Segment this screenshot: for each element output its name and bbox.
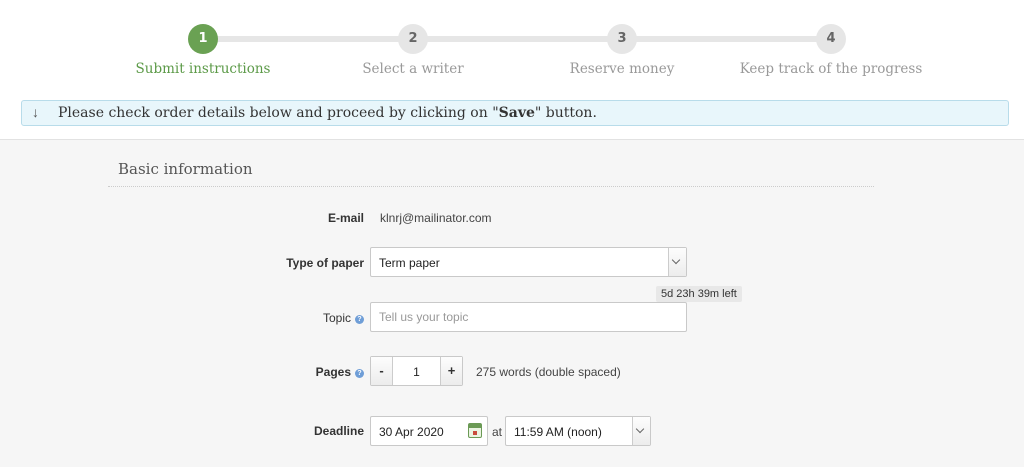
step-2-number: 2 [398,24,428,54]
step-1-label: Submit instructions [135,61,271,77]
time-left-badge: 5d 23h 39m left [656,286,742,302]
paper-type-select[interactable]: Term paper [370,247,687,277]
decrement-button[interactable]: - [371,357,393,385]
chevron-down-icon[interactable] [632,417,650,445]
deadline-date-value: 30 Apr 2020 [379,425,444,439]
word-count: 275 words (double spaced) [476,365,621,379]
step-3-label: Reserve money [569,61,675,77]
chevron-down-icon[interactable] [668,248,686,276]
email-value: klnrj@mailinator.com [380,211,492,225]
pages-label: Pages? [316,365,364,379]
topic-label: Topic? [323,311,364,325]
deadline-label: Deadline [313,424,364,438]
help-icon[interactable]: ? [355,369,364,378]
save-keyword: Save [498,105,535,121]
step-connector [413,36,626,42]
at-label: at [492,425,503,439]
increment-button[interactable]: + [440,357,462,385]
pages-stepper[interactable]: - 1 + [370,356,463,386]
order-form: Basic information E-mail klnrj@mailinato… [0,139,1024,467]
help-icon[interactable]: ? [355,315,364,324]
step-connector [623,36,832,42]
calendar-icon[interactable] [468,423,482,438]
section-divider [108,186,874,187]
pages-value[interactable]: 1 [393,365,440,379]
paper-type-label: Type of paper [286,256,364,270]
deadline-time-select[interactable]: 11:59 AM (noon) [505,416,651,446]
step-3-number: 3 [607,24,637,54]
topic-input[interactable] [370,302,687,332]
step-2-label: Select a writer [362,61,464,77]
step-4-label: Keep track of the progress [739,61,923,77]
progress-steps: 1 2 3 4 Submit instructions Select a wri… [0,0,1024,98]
email-label: E-mail [327,211,364,225]
step-connector [203,36,416,42]
deadline-time-value: 11:59 AM (noon) [514,425,602,439]
step-4-number: 4 [816,24,846,54]
step-1-number: 1 [188,24,218,54]
notice-message: Please check order details below and pro… [58,105,597,121]
section-title: Basic information [118,160,253,178]
deadline-date-input[interactable]: 30 Apr 2020 [370,416,488,446]
info-notice: ↓ Please check order details below and p… [21,100,1009,126]
arrow-down-icon: ↓ [32,104,39,120]
paper-type-value: Term paper [379,256,440,270]
